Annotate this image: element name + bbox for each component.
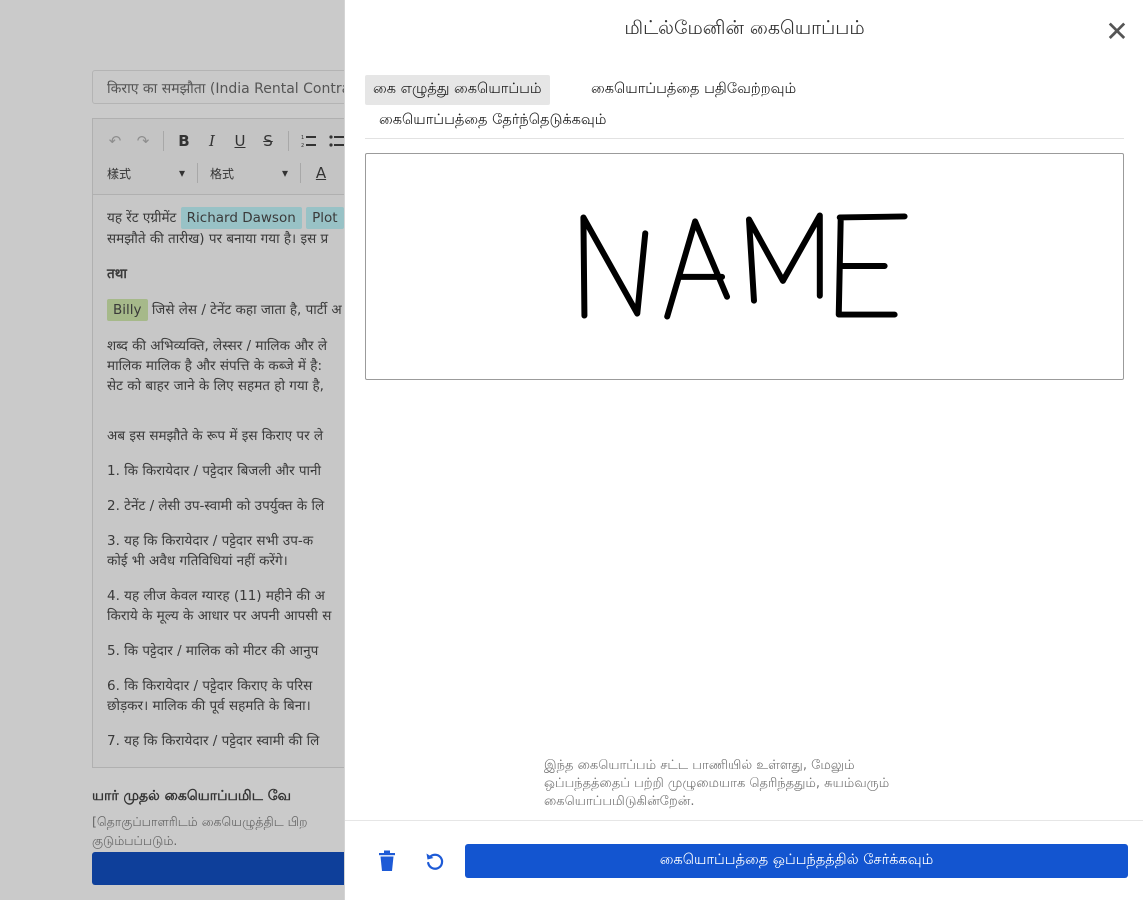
format-select[interactable]: 格式 ▾ bbox=[206, 161, 292, 185]
italic-icon[interactable]: I bbox=[200, 129, 224, 153]
note-line: [தொகுப்பாளரிடம் கையெழுத்திட பிற bbox=[92, 814, 308, 829]
legal-note: இந்த கையொப்பம் சட்ட பாணியில் உள்ளது, மேல… bbox=[544, 758, 890, 809]
paragraph-text: किराये के मूल्य के आधार पर अपनी आपसी स bbox=[107, 608, 332, 624]
svg-text:1: 1 bbox=[301, 135, 304, 141]
list-item: 7. यह कि किरायेदार / पट्टेदार स्वामी की … bbox=[107, 733, 320, 749]
list-item: 6. कि किरायेदार / पट्टेदार किराए के परिस… bbox=[107, 676, 347, 716]
editor-toolbar: ↶ ↷ B I U S 12 樣式 ▾ 格式 ▾ A bbox=[93, 119, 361, 195]
who-signs-heading: யார் முதல் கையொப்பமிட வே bbox=[92, 788, 292, 804]
who-signs-note: [தொகுப்பாளரிடம் கையெழுத்திட பிற குடும்பப்… bbox=[92, 812, 362, 850]
list-item: 2. टेनेंट / लेसी उप-स्वामी को उपर्युक्त … bbox=[107, 498, 325, 514]
list-item: 3. यह कि किरायेदार / पट्टेदार सभी उप-क को… bbox=[107, 531, 347, 571]
tab-upload-signature[interactable]: கையொப்பத்தை பதிவேற்றவும் bbox=[583, 75, 804, 105]
paragraph-text: 4. यह लीज केवल ग्यारह (11) महीने की अ bbox=[107, 588, 325, 604]
paragraph-text: कोई भी अवैध गतिविधियां नहीं करेंगे। bbox=[107, 553, 288, 569]
note-line: குடும்பப்படும். bbox=[92, 833, 178, 848]
close-icon[interactable]: ✕ bbox=[1103, 18, 1131, 46]
underline-icon[interactable]: U bbox=[228, 129, 252, 153]
strikethrough-icon[interactable]: S bbox=[256, 129, 280, 153]
style-select[interactable]: 樣式 ▾ bbox=[103, 161, 189, 185]
trash-icon[interactable] bbox=[373, 847, 401, 875]
undo-icon[interactable] bbox=[421, 847, 449, 875]
paragraph-text: छोड़कर। मालिक की पूर्व सहमति के बिना। bbox=[107, 698, 311, 714]
paragraph: शब्द की अभिव्यक्ति, लेस्सर / मालिक और ले… bbox=[107, 336, 347, 396]
paragraph: Billy जिसे लेस / टेनेंट कहा जाता है, पार… bbox=[107, 299, 347, 321]
paragraph-text: सेट को बाहर जाने के लिए सहमत हो गया है, bbox=[107, 378, 324, 394]
style-select-label: 樣式 bbox=[107, 166, 132, 181]
paragraph-text: शब्द की अभिव्यक्ति, लेस्सर / मालिक और ले bbox=[107, 338, 328, 354]
chevron-down-icon: ▾ bbox=[281, 166, 288, 180]
format-select-label: 格式 bbox=[210, 166, 235, 181]
bold-icon[interactable]: B bbox=[172, 129, 196, 153]
list-item: 1. कि किरायेदार / पट्टेदार बिजली और पानी bbox=[107, 463, 322, 479]
paragraph-text: 3. यह कि किरायेदार / पट्टेदार सभी उप-क bbox=[107, 533, 314, 549]
paragraph-text: जिसे लेस / टेनेंट कहा जाता है, पार्टी अ bbox=[151, 302, 342, 318]
paragraph: तथा bbox=[107, 266, 127, 282]
numbered-list-icon[interactable]: 12 bbox=[297, 129, 321, 153]
paragraph-text: 6. कि किरायेदार / पट्टेदार किराए के परिस bbox=[107, 678, 313, 694]
signing-order-section: யார் முதல் கையொப்பமிட வே [தொகுப்பாளரிடம்… bbox=[92, 788, 362, 850]
background-primary-button[interactable] bbox=[92, 852, 352, 885]
text-color-icon[interactable]: A bbox=[309, 161, 333, 185]
rich-text-editor[interactable]: ↶ ↷ B I U S 12 樣式 ▾ 格式 ▾ A यह रेंट एग्री… bbox=[92, 118, 362, 768]
paragraph: यह रेंट एग्रीमेंट Richard Dawson Plot समझ… bbox=[107, 207, 347, 249]
signature-tabs: கை எழுத்து கையொப்பம் கையொப்பத்தை பதிவேற்… bbox=[365, 75, 1124, 139]
paragraph: अब इस समझौते के रूप में इस किराए पर ले bbox=[107, 428, 324, 444]
toolbar-divider bbox=[300, 163, 301, 183]
chevron-down-icon: ▾ bbox=[178, 166, 185, 180]
party-name-tag[interactable]: Richard Dawson bbox=[180, 207, 302, 229]
handwritten-signature bbox=[580, 212, 908, 320]
property-tag[interactable]: Plot bbox=[306, 207, 344, 229]
signature-canvas[interactable] bbox=[365, 153, 1124, 380]
add-signature-button[interactable]: கையொப்பத்தை ஒப்பந்தத்தில் சேர்க்கவும் bbox=[465, 844, 1128, 878]
editor-content: यह रेंट एग्रीमेंट Richard Dawson Plot समझ… bbox=[93, 195, 361, 767]
toolbar-divider bbox=[197, 163, 198, 183]
toolbar-divider bbox=[163, 131, 164, 151]
modal-title: மிட்ல்மேனின் கையொப்பம் bbox=[624, 17, 865, 39]
signature-modal: மிட்ல்மேனின் கையொப்பம் ✕ கை எழுத்து கையொ… bbox=[344, 0, 1143, 900]
toolbar-divider bbox=[288, 131, 289, 151]
tenant-name-tag[interactable]: Billy bbox=[107, 299, 148, 321]
list-item: 5. कि पट्टेदार / मालिक को मीटर की आनुप bbox=[107, 643, 319, 659]
tab-draw-signature[interactable]: கை எழுத்து கையொப்பம் bbox=[365, 75, 550, 105]
tab-select-signature[interactable]: கையொப்பத்தை தேர்ந்தெடுக்கவும் bbox=[371, 106, 614, 136]
undo-icon[interactable]: ↶ bbox=[103, 129, 127, 153]
list-item: 4. यह लीज केवल ग्यारह (11) महीने की अ किर… bbox=[107, 586, 347, 626]
paragraph-text: मालिक मालिक है और संपत्ति के कब्जे में ह… bbox=[107, 358, 323, 374]
modal-footer: கையொப்பத்தை ஒப்பந்தத்தில் சேர்க்கவும் bbox=[345, 820, 1143, 900]
paragraph-text: यह रेंट एग्रीमेंट bbox=[107, 210, 177, 226]
svg-text:2: 2 bbox=[301, 143, 304, 148]
redo-icon[interactable]: ↷ bbox=[131, 129, 155, 153]
paragraph-text: समझौते की तारीख) पर बनाया गया है। इस प्र bbox=[107, 231, 329, 247]
document-title-input[interactable]: किराए का समझौता (India Rental Contract) bbox=[92, 70, 362, 104]
